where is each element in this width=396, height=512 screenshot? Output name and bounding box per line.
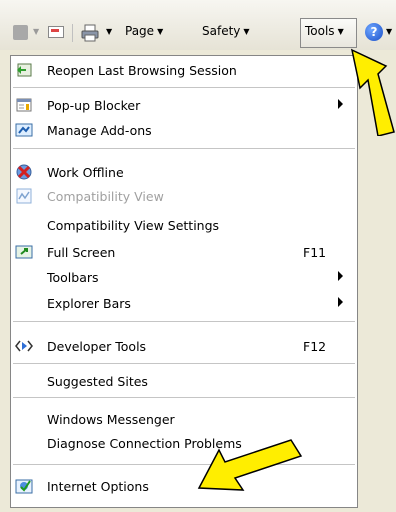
safety-menu[interactable]: Safety ▼ xyxy=(202,24,250,38)
print-icon[interactable] xyxy=(81,24,99,42)
page-menu[interactable]: Page ▼ xyxy=(125,24,163,38)
menu-item-label: Manage Add-ons xyxy=(47,123,152,138)
menu-separator xyxy=(13,397,355,398)
menu-separator xyxy=(13,363,355,364)
rss-feeds-icon[interactable] xyxy=(13,25,28,40)
tools-menu[interactable]: Tools ▼ xyxy=(305,24,344,38)
compatibility-view-icon xyxy=(15,187,33,205)
addons-icon xyxy=(15,121,33,139)
developer-tools-icon xyxy=(15,337,33,355)
menu-separator xyxy=(13,321,355,322)
callout-arrow-tools xyxy=(350,48,395,136)
menu-item-full-screen[interactable]: Full Screen F11 xyxy=(11,241,357,265)
menu-item-windows-messenger[interactable]: Windows Messenger xyxy=(11,408,357,432)
print-dropdown-caret[interactable]: ▼ xyxy=(106,27,112,36)
tools-menu-label: Tools xyxy=(305,24,335,38)
menu-item-label: Pop-up Blocker xyxy=(47,98,141,113)
menu-item-label: Explorer Bars xyxy=(47,296,131,311)
chevron-down-icon: ▼ xyxy=(157,27,164,36)
reopen-session-icon xyxy=(15,61,33,79)
menu-item-label: Compatibility View Settings xyxy=(47,218,220,233)
submenu-arrow-icon xyxy=(338,297,343,307)
help-icon[interactable]: ? xyxy=(365,23,383,41)
menu-item-popup-blocker[interactable]: Pop-up Blocker xyxy=(11,94,357,118)
work-offline-icon xyxy=(15,163,33,181)
menu-separator xyxy=(13,87,355,88)
menu-item-label: Compatibility View xyxy=(47,189,164,204)
menu-item-label: Toolbars xyxy=(47,270,99,285)
internet-options-icon xyxy=(15,477,33,495)
menu-item-explorer-bars[interactable]: Explorer Bars xyxy=(11,292,357,316)
menu-separator xyxy=(13,148,355,149)
menu-item-label: Reopen Last Browsing Session xyxy=(47,63,237,78)
menu-item-developer-tools[interactable]: Developer Tools F12 xyxy=(11,335,357,359)
separator-icon xyxy=(72,24,73,42)
menu-item-reopen-last-browsing-session[interactable]: Reopen Last Browsing Session xyxy=(11,59,357,83)
callout-arrow-internet-options xyxy=(197,439,303,491)
chevron-down-icon: ▼ xyxy=(243,27,250,36)
menu-item-label: Full Screen xyxy=(47,245,116,260)
menu-item-suggested-sites[interactable]: Suggested Sites xyxy=(11,370,357,394)
menu-item-label: Suggested Sites xyxy=(47,374,148,389)
shortcut-label: F12 xyxy=(303,339,327,354)
menu-item-label: Internet Options xyxy=(47,479,149,494)
chevron-down-icon: ▼ xyxy=(337,27,344,36)
help-dropdown-caret[interactable]: ▼ xyxy=(386,27,392,36)
menu-item-work-offline[interactable]: Work Offline xyxy=(11,161,357,185)
shortcut-label: F11 xyxy=(303,245,327,260)
safety-menu-label: Safety xyxy=(202,24,241,38)
tools-dropdown-menu: Reopen Last Browsing Session Pop-up Bloc… xyxy=(10,55,358,508)
menu-item-internet-options[interactable]: Internet Options xyxy=(11,475,357,499)
menu-item-compatibility-view[interactable]: Compatibility View xyxy=(11,185,357,209)
rss-dropdown-caret[interactable]: ▼ xyxy=(33,27,39,36)
command-bar: ▼ ▼ Page ▼ Safety ▼ Tools ▼ ? ▼ xyxy=(0,0,396,50)
menu-item-manage-addons[interactable]: Manage Add-ons xyxy=(11,119,357,143)
submenu-arrow-icon xyxy=(338,271,343,281)
menu-item-compatibility-view-settings[interactable]: Compatibility View Settings xyxy=(11,214,357,238)
menu-item-label: Work Offline xyxy=(47,165,124,180)
page-menu-label: Page xyxy=(125,24,155,38)
read-mail-icon[interactable] xyxy=(48,26,64,38)
menu-item-label: Windows Messenger xyxy=(47,412,175,427)
menu-item-diagnose-connection-problems[interactable]: Diagnose Connection Problems xyxy=(11,432,357,456)
menu-item-toolbars[interactable]: Toolbars xyxy=(11,266,357,290)
menu-item-label: Developer Tools xyxy=(47,339,147,354)
submenu-arrow-icon xyxy=(338,99,343,109)
full-screen-icon xyxy=(15,243,33,261)
popup-blocker-icon xyxy=(15,96,33,114)
